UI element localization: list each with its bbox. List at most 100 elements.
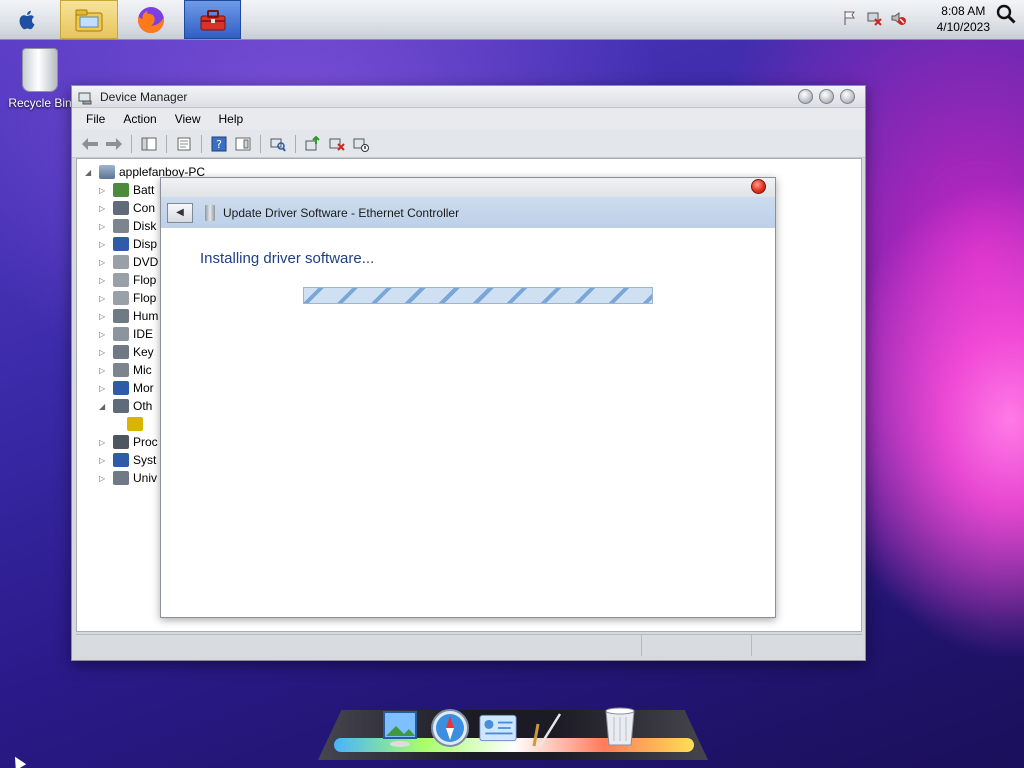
device-category-icon <box>113 363 129 377</box>
tree-item-label: Univ <box>133 471 158 485</box>
device-category-icon <box>113 381 129 395</box>
menu-view[interactable]: View <box>169 112 213 126</box>
expand-arrow-icon[interactable]: ▷ <box>99 258 109 267</box>
tree-item-label: Proc <box>133 435 158 449</box>
device-category-icon <box>113 255 129 269</box>
search-icon[interactable] <box>996 4 1016 24</box>
expand-arrow-icon[interactable]: ▷ <box>99 348 109 357</box>
device-manager-titlebar[interactable]: Device Manager <box>72 86 865 108</box>
expand-arrow-icon[interactable]: ▷ <box>99 474 109 483</box>
back-button[interactable]: ◀ <box>167 202 193 223</box>
expand-arrow-icon[interactable]: ▷ <box>99 330 109 339</box>
uninstall-device-icon[interactable] <box>327 134 347 154</box>
menu-bar: File Action View Help <box>72 108 865 130</box>
safari-compass-icon <box>431 709 469 747</box>
maximize-button[interactable] <box>819 89 834 104</box>
tree-item-label: Disp <box>133 237 158 251</box>
device-category-icon <box>113 201 129 215</box>
expand-arrow-icon[interactable]: ▷ <box>99 366 109 375</box>
scan-hardware-icon[interactable] <box>268 134 288 154</box>
menu-action[interactable]: Action <box>117 112 168 126</box>
svg-text:?: ? <box>216 138 222 151</box>
properties-icon[interactable] <box>174 134 194 154</box>
menu-help[interactable]: Help <box>213 112 256 126</box>
network-disconnected-icon[interactable] <box>866 10 882 26</box>
device-category-icon <box>113 183 129 197</box>
back-arrow-icon: ◀ <box>176 207 184 218</box>
tree-item-label: Con <box>133 201 156 215</box>
toolbox-icon <box>200 9 225 30</box>
expand-arrow-icon[interactable]: ▷ <box>99 294 109 303</box>
device-category-icon <box>113 399 129 413</box>
firefox-icon <box>137 6 164 33</box>
firefox-taskbar-button[interactable] <box>124 0 178 39</box>
clock-date: 4/10/2023 <box>936 20 990 34</box>
dock-stick-tools[interactable] <box>528 706 564 750</box>
recycle-bin-label: Recycle Bin <box>8 96 72 110</box>
volume-muted-icon[interactable] <box>890 10 906 26</box>
expand-arrow-icon[interactable]: ▷ <box>99 204 109 213</box>
update-driver-dialog: ◀ Update Driver Software - Ethernet Cont… <box>160 177 776 618</box>
collapse-arrow-icon[interactable]: ◢ <box>85 168 95 177</box>
tree-item-label: Flop <box>133 291 157 305</box>
expand-arrow-icon[interactable]: ◢ <box>99 402 109 411</box>
tree-item-label: Flop <box>133 273 157 287</box>
device-category-icon <box>113 327 129 341</box>
expand-arrow-icon[interactable]: ▷ <box>99 384 109 393</box>
expand-arrow-icon[interactable]: ▷ <box>99 222 109 231</box>
recycle-bin-desktop-icon[interactable]: Recycle Bin <box>8 48 72 110</box>
tree-item-label: DVD <box>133 255 159 269</box>
status-bar <box>76 634 862 656</box>
device-manager-icon <box>78 92 92 104</box>
help-icon[interactable]: ? <box>209 134 229 154</box>
close-button[interactable] <box>840 89 855 104</box>
device-category-icon <box>113 453 129 467</box>
clock[interactable]: 8:08 AM 4/10/2023 <box>937 3 990 35</box>
toolbar: ? <box>72 130 865 158</box>
brush-pen-icon <box>532 713 562 747</box>
flag-icon[interactable] <box>842 10 858 26</box>
clock-time: 8:08 AM <box>941 4 986 18</box>
tree-item-label: Mor <box>133 381 154 395</box>
update-driver-icon[interactable] <box>303 134 323 154</box>
expand-arrow-icon[interactable]: ▷ <box>99 186 109 195</box>
minimize-button[interactable] <box>798 89 813 104</box>
device-category-icon <box>113 309 129 323</box>
dialog-close-button[interactable] <box>751 179 766 194</box>
tree-item-label: Batt <box>133 183 155 197</box>
apple-icon <box>19 10 35 29</box>
device-category-icon <box>113 273 129 287</box>
tree-item-label: Mic <box>133 363 152 377</box>
system-tray <box>842 10 906 26</box>
installing-message: Installing driver software... <box>200 250 375 267</box>
dock-trash[interactable] <box>600 706 640 750</box>
file-explorer-taskbar-button[interactable] <box>60 0 118 39</box>
menu-file[interactable]: File <box>80 112 117 126</box>
expand-arrow-icon[interactable]: ▷ <box>99 240 109 249</box>
tree-item-label: Disk <box>133 219 157 233</box>
contact-card-icon <box>479 714 517 742</box>
toolbox-taskbar-button[interactable] <box>184 0 241 39</box>
action-pane-icon[interactable] <box>233 134 253 154</box>
disable-device-icon[interactable] <box>351 134 371 154</box>
expand-arrow-icon[interactable]: ▷ <box>99 456 109 465</box>
back-arrow-icon[interactable] <box>80 134 100 154</box>
expand-arrow-icon[interactable]: ▷ <box>99 276 109 285</box>
dock-safari[interactable] <box>430 706 470 750</box>
expand-arrow-icon[interactable]: ▷ <box>99 312 109 321</box>
apple-menu-button[interactable] <box>8 0 48 39</box>
dock <box>318 702 708 762</box>
install-progress-bar <box>303 287 653 304</box>
dock-contacts[interactable] <box>478 706 518 750</box>
dialog-title: Update Driver Software - Ethernet Contro… <box>223 205 460 220</box>
device-category-icon <box>127 417 143 431</box>
window-title: Device Manager <box>100 89 188 104</box>
forward-arrow-icon[interactable] <box>104 134 124 154</box>
top-taskbar: 8:08 AM 4/10/2023 <box>0 0 1024 40</box>
trash-icon <box>605 707 635 746</box>
dock-photo-viewer[interactable] <box>380 706 420 750</box>
expand-arrow-icon[interactable]: ▷ <box>99 438 109 447</box>
tree-item-label: Oth <box>133 399 153 413</box>
show-hide-console-tree-icon[interactable] <box>139 134 159 154</box>
dialog-titlebar[interactable] <box>161 178 775 197</box>
